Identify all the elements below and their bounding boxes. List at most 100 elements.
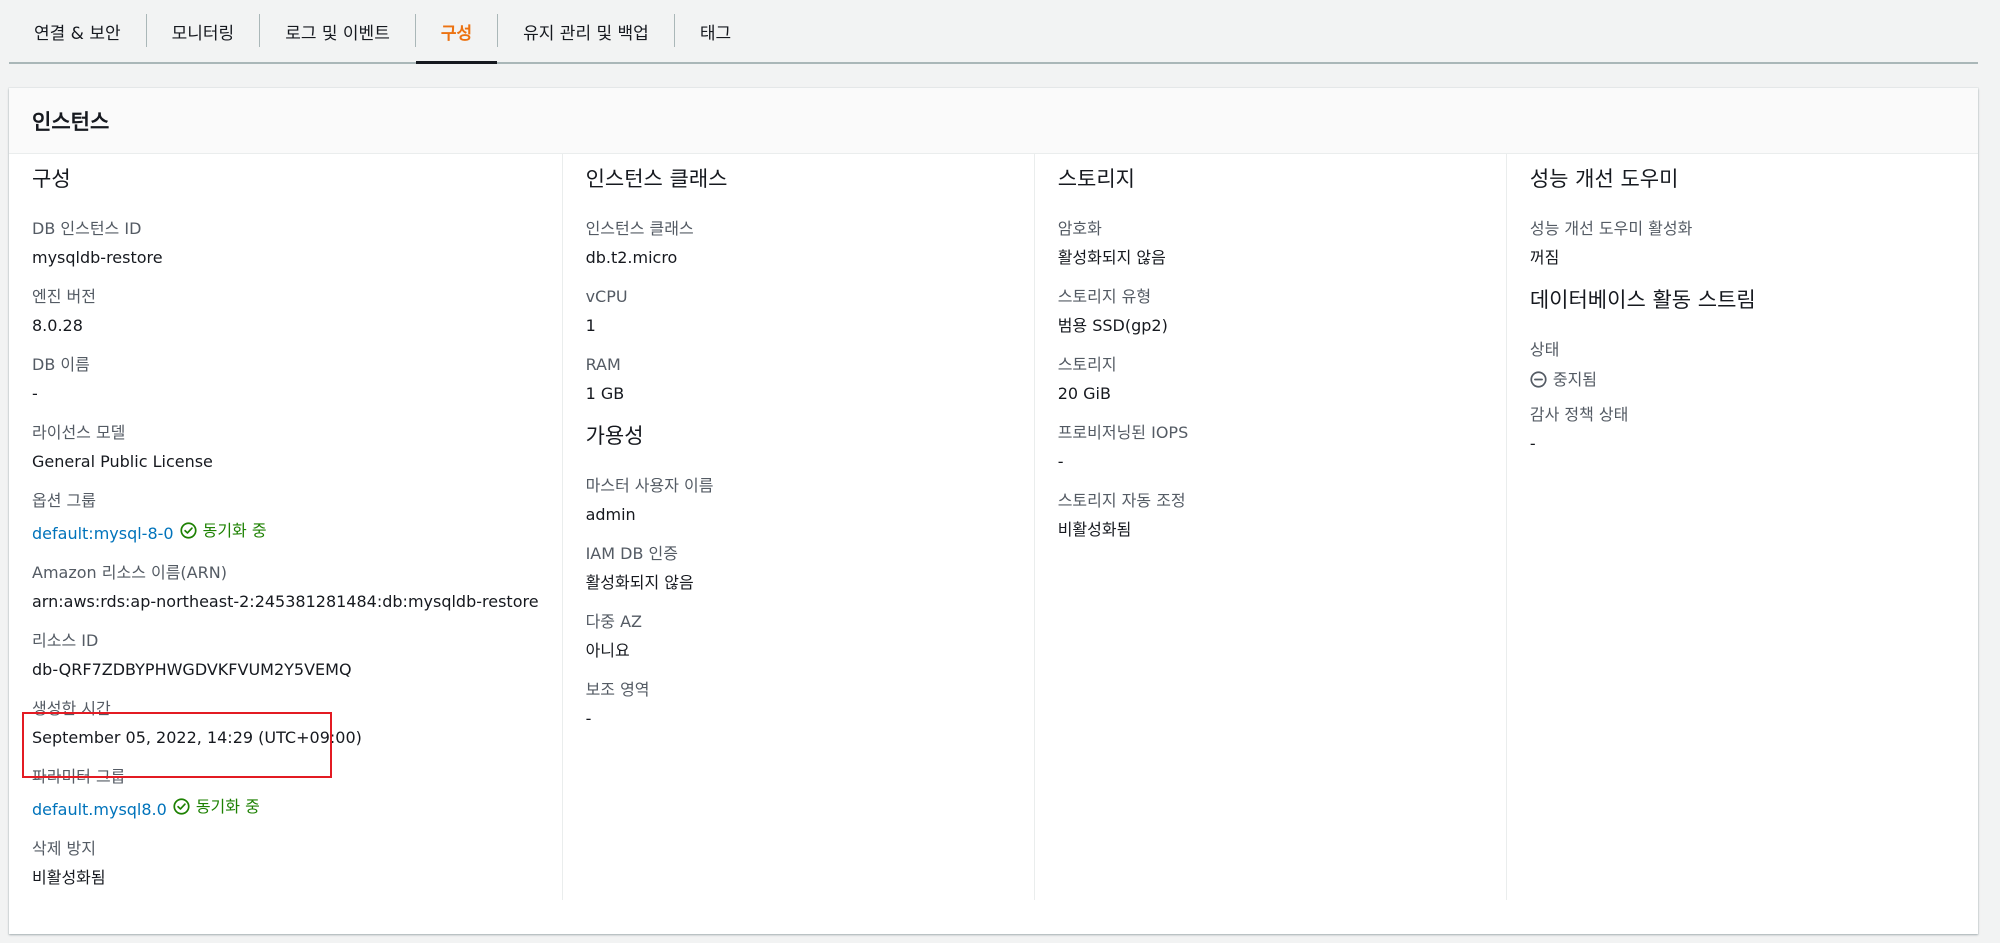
field-value: 비활성화됨 xyxy=(32,868,106,888)
panel-header: 인스턴스 xyxy=(9,88,1978,154)
field-audit-policy-status: 감사 정책 상태 - xyxy=(1530,407,1955,452)
check-circle-icon xyxy=(180,522,197,539)
check-circle-icon xyxy=(173,798,190,815)
field-label: 생성한 시간 xyxy=(32,699,111,719)
field-label: 옵션 그룹 xyxy=(32,491,96,511)
field-arn: Amazon 리소스 이름(ARN) arn:aws:rds:ap-northe… xyxy=(32,565,539,610)
field-iam-db-auth: IAM DB 인증 활성화되지 않음 xyxy=(586,546,1011,591)
field-label: 성능 개선 도우미 활성화 xyxy=(1529,219,1693,239)
field-label: 상태 xyxy=(1529,340,1560,360)
field-value: - xyxy=(585,709,592,729)
option-group-status: 동기화 중 xyxy=(180,522,267,539)
column-configuration: 구성 DB 인스턴스 ID mysqldb-restore 엔진 버전 8.0.… xyxy=(9,154,562,900)
field-master-username: 마스터 사용자 이름 admin xyxy=(586,478,1011,523)
field-storage-autoscaling: 스토리지 자동 조정 비활성화됨 xyxy=(1058,493,1483,538)
field-ram: RAM 1 GB xyxy=(586,357,1011,402)
field-value: 1 xyxy=(585,316,596,336)
field-performance-insights-enabled: 성능 개선 도우미 활성화 꺼짐 xyxy=(1530,221,1955,266)
field-value: General Public License xyxy=(32,452,213,472)
section-title-storage: 스토리지 xyxy=(1057,167,1135,191)
field-created-time: 생성한 시간 September 05, 2022, 14:29 (UTC+09… xyxy=(32,701,539,746)
column-storage: 스토리지 암호화 활성화되지 않음 스토리지 유형 범용 SSD(gp2) 스토… xyxy=(1033,154,1506,900)
field-label: DB 이름 xyxy=(32,355,90,375)
field-label: vCPU xyxy=(585,287,628,307)
field-value: 꺼짐 xyxy=(1529,248,1560,268)
tab-monitoring[interactable]: 모니터링 xyxy=(147,0,260,62)
tab-bar: 연결 & 보안 모니터링 로그 및 이벤트 구성 유지 관리 및 백업 태그 xyxy=(9,0,1978,64)
field-label: 스토리지 자동 조정 xyxy=(1057,491,1186,511)
field-activity-stream-status: 상태 중지됨 xyxy=(1530,342,1955,391)
field-value: db-QRF7ZDBYPHWGDVKFVUM2Y5VEMQ xyxy=(32,660,352,680)
field-engine-version: 엔진 버전 8.0.28 xyxy=(32,289,539,334)
field-vcpu: vCPU 1 xyxy=(586,289,1011,334)
field-label: 감사 정책 상태 xyxy=(1529,405,1629,425)
field-value: - xyxy=(1057,452,1064,472)
tab-tags[interactable]: 태그 xyxy=(675,0,756,62)
field-label: DB 인스턴스 ID xyxy=(32,219,142,239)
column-instance-class: 인스턴스 클래스 인스턴스 클래스 db.t2.micro vCPU 1 RAM… xyxy=(561,154,1034,900)
field-label: 마스터 사용자 이름 xyxy=(585,476,714,496)
field-label: RAM xyxy=(585,355,621,375)
field-value: 아니요 xyxy=(585,641,630,661)
field-value: 비활성화됨 xyxy=(1057,520,1132,540)
option-group-link[interactable]: default:mysql-8-0 xyxy=(32,524,174,543)
field-value: admin xyxy=(585,505,636,525)
field-label: Amazon 리소스 이름(ARN) xyxy=(32,563,227,583)
field-value: 8.0.28 xyxy=(32,316,83,336)
field-encryption: 암호화 활성화되지 않음 xyxy=(1058,221,1483,266)
field-label: 엔진 버전 xyxy=(32,287,96,307)
stopped-icon xyxy=(1530,371,1547,388)
field-option-group: 옵션 그룹 default:mysql-8-0 동기화 중 xyxy=(32,493,539,542)
panel-title: 인스턴스 xyxy=(32,109,110,134)
field-label: 보조 영역 xyxy=(585,680,650,700)
field-label: 파라미터 그룹 xyxy=(32,767,126,787)
field-value: September 05, 2022, 14:29 (UTC+09:00) xyxy=(32,728,362,748)
field-value: 20 GiB xyxy=(1057,384,1111,404)
tab-configuration[interactable]: 구성 xyxy=(415,0,498,64)
tab-logs-events[interactable]: 로그 및 이벤트 xyxy=(260,0,415,62)
field-license-model: 라이선스 모델 General Public License xyxy=(32,425,539,470)
field-instance-class: 인스턴스 클래스 db.t2.micro xyxy=(586,221,1011,266)
field-resource-id: 리소스 ID db-QRF7ZDBYPHWGDVKFVUM2Y5VEMQ xyxy=(32,633,539,678)
field-value: 범용 SSD(gp2) xyxy=(1057,316,1168,336)
details-columns: 구성 DB 인스턴스 ID mysqldb-restore 엔진 버전 8.0.… xyxy=(9,154,1978,934)
column-performance-insights: 성능 개선 도우미 성능 개선 도우미 활성화 꺼짐 데이터베이스 활동 스트림… xyxy=(1505,154,1978,900)
field-provisioned-iops: 프로비저닝된 IOPS - xyxy=(1058,425,1483,470)
field-value: arn:aws:rds:ap-northeast-2:245381281484:… xyxy=(32,592,539,612)
field-deletion-protection: 삭제 방지 비활성화됨 xyxy=(32,841,539,886)
field-label: 스토리지 유형 xyxy=(1057,287,1152,307)
field-db-instance-id: DB 인스턴스 ID mysqldb-restore xyxy=(32,221,539,266)
tab-maintenance-backups[interactable]: 유지 관리 및 백업 xyxy=(498,0,674,62)
field-label: 암호화 xyxy=(1057,219,1102,239)
status-text: 중지됨 xyxy=(1552,369,1598,389)
field-label: IAM DB 인증 xyxy=(585,544,678,564)
field-db-name: DB 이름 - xyxy=(32,357,539,402)
parameter-group-status: 동기화 중 xyxy=(173,798,260,815)
field-label: 인스턴스 클래스 xyxy=(585,219,694,239)
field-value: 활성화되지 않음 xyxy=(1057,248,1166,268)
parameter-group-link[interactable]: default.mysql8.0 xyxy=(32,800,167,819)
field-multi-az: 다중 AZ 아니요 xyxy=(586,614,1011,659)
field-value: 활성화되지 않음 xyxy=(585,573,694,593)
instance-panel: 인스턴스 구성 DB 인스턴스 ID mysqldb-restore 엔진 버전… xyxy=(9,88,1978,934)
field-value: - xyxy=(1529,434,1536,454)
field-value: db.t2.micro xyxy=(585,248,678,268)
section-title-activity-stream: 데이터베이스 활동 스트림 xyxy=(1529,288,1756,313)
field-storage: 스토리지 20 GiB xyxy=(1058,357,1483,402)
field-value: default.mysql8.0 동기화 중 xyxy=(32,798,539,818)
section-title-availability: 가용성 xyxy=(585,424,644,449)
tab-connectivity-security[interactable]: 연결 & 보안 xyxy=(9,0,146,62)
field-storage-type: 스토리지 유형 범용 SSD(gp2) xyxy=(1058,289,1483,334)
field-value: default:mysql-8-0 동기화 중 xyxy=(32,522,539,542)
status-text: 동기화 중 xyxy=(195,796,260,816)
activity-stream-status: 중지됨 xyxy=(1530,371,1597,388)
section-title-performance-insights: 성능 개선 도우미 xyxy=(1529,167,1679,191)
field-value: - xyxy=(32,384,38,404)
field-label: 라이선스 모델 xyxy=(32,423,126,443)
field-secondary-zone: 보조 영역 - xyxy=(586,682,1011,727)
field-label: 다중 AZ xyxy=(585,612,642,632)
field-label: 스토리지 xyxy=(1057,355,1117,375)
field-value: mysqldb-restore xyxy=(32,248,163,268)
field-label: 삭제 방지 xyxy=(32,839,96,859)
status-text: 동기화 중 xyxy=(202,520,267,540)
